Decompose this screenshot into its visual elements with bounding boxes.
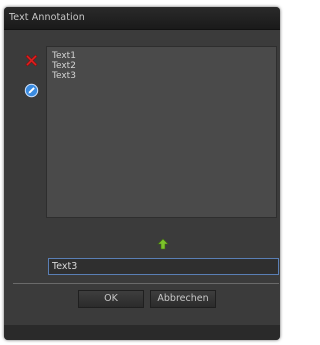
dialog-title: Text Annotation [9, 12, 85, 23]
divider [13, 283, 279, 284]
title-bar[interactable]: Text Annotation [4, 7, 280, 30]
cancel-button[interactable]: Abbrechen [150, 290, 216, 308]
move-up-icon[interactable] [157, 235, 169, 250]
list-item[interactable]: Text1 [47, 51, 276, 61]
annotation-list[interactable]: Text1 Text2 Text3 [46, 46, 277, 218]
annotation-text-input[interactable] [48, 258, 279, 275]
edit-icon[interactable] [24, 83, 39, 98]
ok-button[interactable]: OK [78, 290, 144, 308]
dialog-footer [4, 325, 280, 340]
list-item[interactable]: Text3 [47, 71, 276, 81]
delete-icon[interactable] [24, 53, 39, 68]
list-item[interactable]: Text2 [47, 61, 276, 71]
text-annotation-dialog: Text Annotation Text1 Text2 Text3 OK Abb… [4, 7, 280, 340]
